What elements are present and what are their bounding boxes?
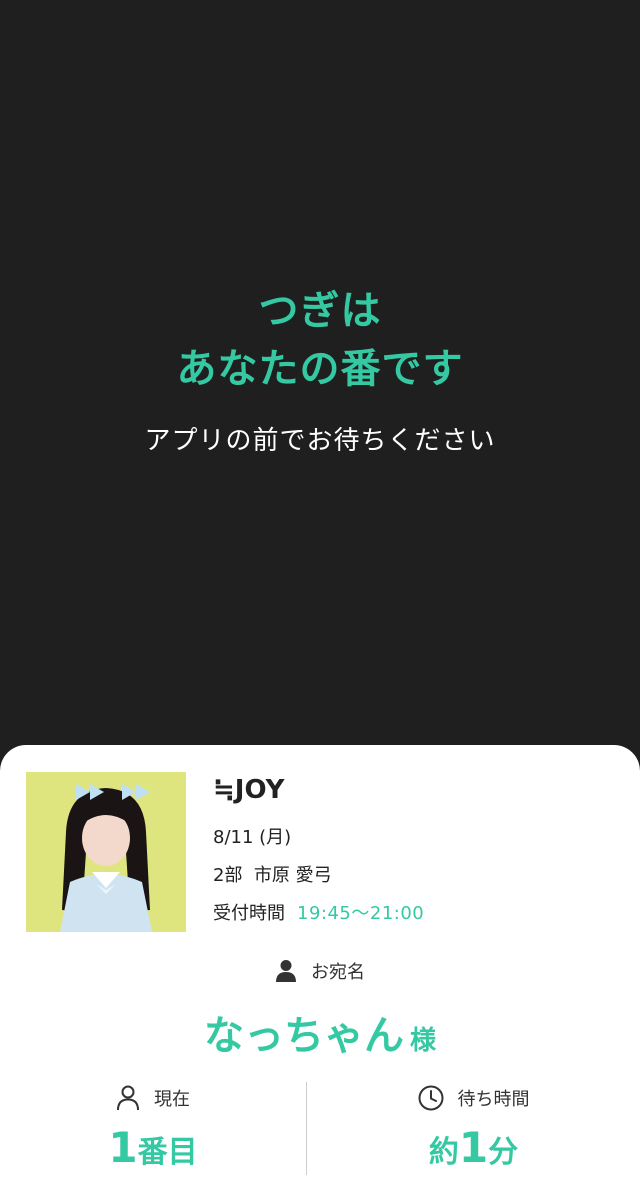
addressee: なっちゃん様 [0,1003,640,1061]
wait-instruction: アプリの前でお待ちください [144,426,496,456]
current-position: 現在 1番目 [0,1083,306,1172]
reception-time-value: 19:45〜21:00 [297,903,425,924]
next-turn-title: つぎは あなたの番です [0,282,640,398]
reception-time-label: 受付時間 [213,903,285,924]
session-label: 2部 [213,865,243,886]
group-name: ≒JOY [213,775,285,805]
address-label-row: お宛名 [0,958,640,984]
title-line-2: あなたの番です [176,346,464,392]
member-photo [26,772,186,932]
honorific: 様 [409,1026,436,1056]
person-icon [276,960,296,982]
current-number: 1 [108,1123,138,1172]
wait-prefix: 約 [428,1135,459,1170]
current-value: 1番目 [0,1123,306,1172]
ticket-card: ≒JOY 8/11 (月) 2部 市原 愛弓 受付時間 19:45〜21:00 お… [0,745,640,1200]
person-outline-icon [117,1085,139,1111]
ticket-info: ≒JOY 8/11 (月) 2部 市原 愛弓 受付時間 19:45〜21:00 [213,775,425,924]
current-suffix: 番目 [137,1135,198,1170]
reception-time: 受付時間 19:45〜21:00 [213,899,425,924]
current-label: 現在 [154,1089,190,1110]
session-member: 2部 市原 愛弓 [213,861,424,886]
wait-number: 1 [458,1123,489,1172]
title-line-1: つぎは [258,288,382,334]
event-date: 8/11 (月) [213,827,292,848]
address-label: お宛名 [311,962,365,983]
wait-time: 待ち時間 約1分 [307,1083,640,1172]
wait-label: 待ち時間 [457,1089,530,1110]
clock-icon [418,1085,443,1111]
member-name: 市原 愛弓 [253,865,332,886]
wait-suffix: 分 [488,1135,519,1170]
addressee-name: なっちゃん [203,1013,404,1059]
wait-value: 約1分 [307,1123,640,1172]
